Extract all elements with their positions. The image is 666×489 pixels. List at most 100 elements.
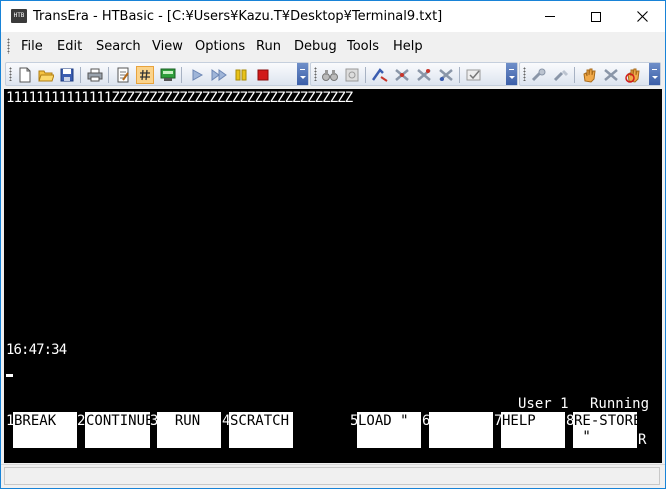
toolbar-separator — [80, 67, 81, 83]
tools-icon — [553, 69, 569, 82]
softkey-label[interactable] — [429, 412, 493, 448]
hash-icon — [140, 69, 150, 81]
hand-icon — [583, 68, 596, 83]
softkey-label[interactable]: CONTINUE — [85, 412, 150, 448]
toolbar-overflow-button[interactable] — [506, 63, 517, 85]
toolbar-overflow-button[interactable] — [297, 63, 308, 85]
tools-button[interactable] — [552, 66, 570, 84]
softkey-label[interactable]: RE-STORE " — [573, 412, 637, 448]
menubar-grip[interactable] — [7, 38, 10, 54]
toolbar-separator — [108, 67, 109, 83]
status-panel — [4, 467, 660, 485]
fast-forward-icon — [211, 69, 227, 81]
menu-search[interactable]: Search — [96, 39, 141, 54]
breakpoint-icon — [372, 68, 388, 82]
status-running: Running — [590, 396, 650, 412]
edit-program-button[interactable] — [114, 66, 132, 84]
clock-display: 16:47:34 — [6, 342, 67, 358]
output-line: 11111111111111ZZZZZZZZZZZZZZZZZZZZZZZZZZ… — [6, 90, 353, 106]
toolbar-grip[interactable] — [523, 67, 526, 81]
open-folder-icon — [38, 70, 54, 82]
status-user: User 1 — [518, 396, 569, 412]
terminal-screen[interactable]: 11111111111111ZZZZZZZZZZZZZZZZZZZZZZZZZZ… — [4, 89, 662, 463]
step-over-button[interactable] — [415, 66, 433, 84]
new-file-icon — [19, 67, 31, 83]
softkey-overflow-char: R — [638, 432, 647, 448]
app-icon[interactable]: HTB — [11, 9, 27, 23]
close-button[interactable] — [619, 1, 665, 32]
open-folder-button[interactable] — [37, 66, 55, 84]
step-into-button[interactable] — [393, 66, 411, 84]
line-number-button[interactable] — [136, 66, 154, 84]
continue-button[interactable] — [210, 66, 228, 84]
toolbar-separator — [459, 67, 460, 83]
menu-file[interactable]: File — [21, 39, 43, 54]
softkey-label[interactable]: HELP — [501, 412, 565, 448]
menu-run[interactable]: Run — [256, 39, 281, 54]
menu-debug[interactable]: Debug — [294, 39, 337, 54]
print-button[interactable] — [86, 66, 104, 84]
hand-button[interactable] — [580, 66, 598, 84]
menu-tools[interactable]: Tools — [347, 39, 379, 54]
find-button[interactable] — [321, 66, 339, 84]
tools-x-button[interactable] — [602, 66, 620, 84]
toolbar-grip[interactable] — [9, 67, 12, 81]
toolbar-group-tools — [519, 62, 661, 86]
text-cursor — [6, 374, 13, 377]
pause-button[interactable] — [232, 66, 250, 84]
options-wrench-button[interactable] — [530, 66, 548, 84]
save-button[interactable] — [58, 66, 76, 84]
calculator-icon — [160, 68, 176, 81]
watch-button[interactable] — [465, 66, 483, 84]
minimize-button[interactable] — [527, 1, 573, 32]
save-icon — [60, 68, 74, 82]
toolbar — [1, 60, 665, 88]
softkey-label[interactable]: BREAK — [13, 412, 77, 448]
minimize-icon — [545, 16, 555, 17]
toolbar-group-main — [5, 62, 309, 86]
pause-icon — [235, 69, 247, 81]
replace-button[interactable] — [343, 66, 361, 84]
stop-icon — [257, 69, 269, 81]
wrench-icon — [531, 68, 546, 82]
toolbar-separator — [365, 67, 366, 83]
crossed-tools-icon — [604, 69, 618, 81]
breakpoint-button[interactable] — [371, 66, 389, 84]
stop-hand-icon — [625, 68, 640, 83]
step-into-icon — [395, 69, 409, 81]
step-out-icon — [439, 69, 453, 81]
step-out-button[interactable] — [437, 66, 455, 84]
softkey-label[interactable]: RUN — [157, 412, 221, 448]
step-over-icon — [417, 69, 431, 81]
toolbar-group-debug — [310, 62, 518, 86]
watch-icon — [466, 69, 481, 81]
menu-options[interactable]: Options — [195, 39, 245, 54]
edit-program-icon — [117, 67, 129, 83]
run-button[interactable] — [188, 66, 206, 84]
new-file-button[interactable] — [16, 66, 34, 84]
binoculars-icon — [322, 70, 338, 81]
play-icon — [192, 69, 203, 81]
maximize-button[interactable] — [573, 1, 619, 32]
softkey-label[interactable]: LOAD " — [357, 412, 421, 448]
print-icon — [87, 68, 103, 82]
toolbar-separator — [181, 67, 182, 83]
stop-hand-button[interactable] — [624, 66, 642, 84]
bottom-status-bar — [1, 464, 665, 488]
menu-edit[interactable]: Edit — [57, 39, 82, 54]
title-bar[interactable]: HTB TransEra - HTBasic - [C:¥Users¥Kazu.… — [1, 1, 665, 32]
htbasic-window: HTB TransEra - HTBasic - [C:¥Users¥Kazu.… — [0, 0, 666, 489]
toolbar-separator — [574, 67, 575, 83]
softkey-label[interactable]: SCRATCH — [229, 412, 293, 448]
maximize-icon — [591, 11, 601, 22]
window-title: TransEra - HTBasic - [C:¥Users¥Kazu.T¥De… — [33, 9, 443, 24]
close-icon — [636, 11, 648, 22]
toolbar-grip[interactable] — [314, 67, 317, 81]
calculator-button[interactable] — [159, 66, 177, 84]
menu-bar: File Edit Search View Options Run Debug … — [1, 32, 665, 60]
replace-icon — [345, 68, 359, 82]
toolbar-overflow-button[interactable] — [649, 63, 660, 85]
menu-help[interactable]: Help — [393, 39, 423, 54]
menu-view[interactable]: View — [152, 39, 183, 54]
stop-button[interactable] — [254, 66, 272, 84]
